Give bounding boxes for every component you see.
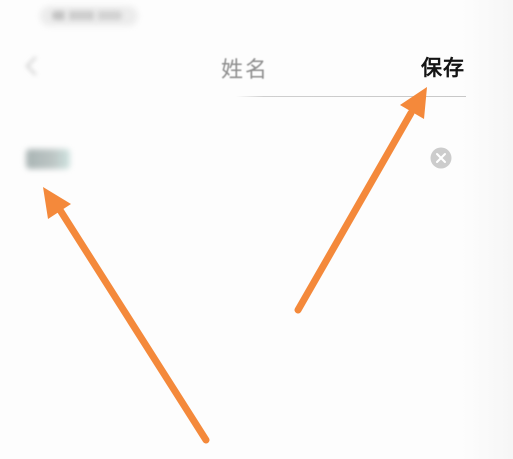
clear-input-button[interactable] [430, 147, 452, 169]
name-input[interactable] [18, 138, 468, 180]
back-chevron-icon [25, 56, 37, 76]
status-bar-text-blurred [52, 11, 122, 20]
annotation-arrow-to-save [294, 87, 427, 314]
annotation-arrow-to-input [43, 187, 210, 444]
page-title: 姓名 [221, 58, 270, 83]
input-value-blurred [26, 149, 70, 169]
back-button[interactable] [18, 52, 46, 80]
header-bar: 姓名 保存 [0, 40, 513, 98]
header-divider [236, 96, 466, 97]
clear-circle-icon [430, 147, 452, 169]
name-edit-screen: 姓名 保存 [0, 0, 513, 459]
save-button[interactable]: 保存 [421, 52, 465, 82]
